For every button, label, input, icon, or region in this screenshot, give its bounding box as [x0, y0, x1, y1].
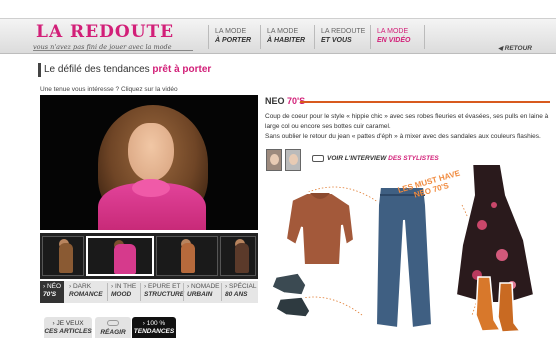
- thumbnail-figure: [181, 243, 195, 273]
- nav-label: LA MODE: [377, 28, 409, 35]
- product-sandals[interactable]: [271, 272, 311, 318]
- nav-la-mode-a-habiter[interactable]: LA MODE À HABITER: [267, 27, 305, 45]
- video-thumbnail-strip: [40, 233, 258, 279]
- title-rule: [300, 101, 550, 103]
- tab-label: › NOMADE: [187, 283, 220, 290]
- video-camera-icon: [312, 155, 324, 162]
- model-coat-collar: [132, 179, 170, 197]
- button-sublabel: CES ARTICLES: [44, 328, 92, 335]
- video-thumbnail[interactable]: [42, 236, 84, 276]
- thumbnail-figure: [113, 244, 136, 274]
- tab-in-the-mood[interactable]: › IN THE MOOD: [108, 281, 138, 303]
- tab-label-text: EPURE ET: [147, 283, 181, 290]
- description-paragraph: Sans oublier le retour du jean « pattes …: [265, 133, 541, 140]
- reagir-button[interactable]: RÉAGIR: [95, 317, 131, 338]
- button-label-text: 100 %: [146, 320, 166, 327]
- tab-label-text: IN THE: [114, 283, 137, 290]
- trend-title-prefix: NEO: [265, 96, 285, 106]
- thumbnail-figure: [234, 243, 249, 273]
- view-interview-link[interactable]: VOIR L'INTERVIEW DES STYLISTES: [312, 155, 439, 162]
- je-veux-ces-articles-button[interactable]: › JE VEUX CES ARTICLES: [44, 317, 92, 338]
- site-header: LA REDOUTE vous n'avez pas fini de jouer…: [0, 18, 556, 54]
- button-sublabel: TENDANCES: [133, 328, 175, 335]
- tab-label-text: NOMADE: [190, 283, 220, 290]
- product-floral-dress[interactable]: [454, 165, 536, 304]
- nav-label: LA REDOUTE: [321, 28, 366, 35]
- nav-sublabel: EN VIDÉO: [377, 37, 411, 44]
- interview-link-accent: DES STYLISTES: [388, 155, 439, 163]
- title-marker: [38, 63, 41, 77]
- tab-sublabel: MOOD: [111, 291, 132, 298]
- nav-label: LA MODE: [215, 28, 247, 35]
- tab-label-text: SPÉCIAL: [228, 283, 257, 290]
- trend-description: Coup de coeur pour le style « hippie chi…: [265, 112, 550, 143]
- tab-label: › IN THE: [111, 283, 137, 290]
- page-title: Le défilé des tendances prêt à porter: [44, 64, 211, 75]
- tab-label-text: DARK: [72, 283, 92, 290]
- video-instruction: Une tenue vous intéresse ? Cliquez sur l…: [40, 86, 178, 93]
- nav-sublabel: À PORTER: [215, 37, 252, 44]
- trend-category-tabs: › NÉO 70'S › DARK ROMANCE › IN THE MOOD …: [40, 281, 258, 303]
- tab-special-80-ans[interactable]: › SPÉCIAL 80 ANS: [222, 281, 258, 303]
- tab-neo-70s[interactable]: › NÉO 70'S: [40, 281, 64, 303]
- button-label-text: JE VEUX: [56, 320, 84, 327]
- logo[interactable]: LA REDOUTE: [36, 22, 174, 42]
- page-title-prefix: Le défilé des tendances: [44, 64, 150, 75]
- nav-separator: [208, 25, 209, 49]
- description-paragraph: Coup de coeur pour le style « hippie chi…: [265, 113, 549, 130]
- tab-label: › SPÉCIAL: [225, 283, 257, 290]
- model-face: [128, 123, 174, 181]
- thumbnail-figure: [59, 243, 73, 273]
- tab-epure-et-structure[interactable]: › EPURE ET STRUCTURE: [141, 281, 185, 303]
- tab-sublabel: 70'S: [43, 291, 57, 298]
- tab-label: › NÉO: [43, 283, 62, 290]
- tab-sublabel: STRUCTURE: [144, 291, 185, 298]
- video-thumbnail-selected[interactable]: [86, 236, 154, 276]
- retour-label: RETOUR: [504, 45, 532, 52]
- tab-dark-romance[interactable]: › DARK ROMANCE: [66, 281, 106, 303]
- stylist-face: [270, 154, 279, 165]
- tab-label-text: NÉO: [46, 283, 62, 290]
- nav-la-mode-en-video[interactable]: LA MODE EN VIDÉO: [377, 27, 410, 45]
- tab-label: › EPURE ET: [144, 283, 181, 290]
- button-sublabel: RÉAGIR: [100, 329, 126, 336]
- button-label: › JE VEUX: [52, 320, 84, 327]
- page-title-accent: prêt à porter: [152, 64, 212, 75]
- 100-tendances-button[interactable]: › 100 % TENDANCES: [132, 317, 176, 338]
- tab-sublabel: URBAIN: [187, 291, 213, 298]
- nav-sublabel: ET VOUS: [321, 37, 352, 44]
- video-thumbnail[interactable]: [156, 236, 218, 276]
- interview-link-prefix: VOIR L'INTERVIEW: [327, 155, 387, 163]
- arrow-left-icon: ◀: [498, 46, 503, 52]
- video-player[interactable]: [40, 95, 258, 230]
- nav-separator: [424, 25, 425, 49]
- nav-la-redoute-et-vous[interactable]: LA REDOUTE ET VOUS: [321, 27, 365, 45]
- nav-separator: [314, 25, 315, 49]
- nav-la-mode-a-porter[interactable]: LA MODE À PORTER: [215, 27, 251, 45]
- speech-bubble-icon: [107, 320, 119, 326]
- tab-nomade-urbain[interactable]: › NOMADE URBAIN: [184, 281, 220, 303]
- nav-label: LA MODE: [267, 28, 299, 35]
- product-sweater[interactable]: [284, 192, 356, 266]
- tab-sublabel: 80 ANS: [225, 291, 248, 298]
- retour-button[interactable]: ◀ RETOUR: [498, 45, 532, 52]
- tagline-underline: [33, 50, 193, 51]
- nav-separator: [370, 25, 371, 49]
- nav-separator: [260, 25, 261, 49]
- product-flare-jeans[interactable]: [374, 186, 434, 330]
- tab-label: › DARK: [69, 283, 92, 290]
- video-thumbnail[interactable]: [220, 236, 256, 276]
- page: LA REDOUTE vous n'avez pas fini de jouer…: [0, 0, 556, 338]
- stylist-face: [289, 154, 298, 165]
- nav-sublabel: À HABITER: [267, 37, 306, 44]
- button-label: › 100 %: [142, 320, 166, 327]
- tab-sublabel: ROMANCE: [69, 291, 103, 298]
